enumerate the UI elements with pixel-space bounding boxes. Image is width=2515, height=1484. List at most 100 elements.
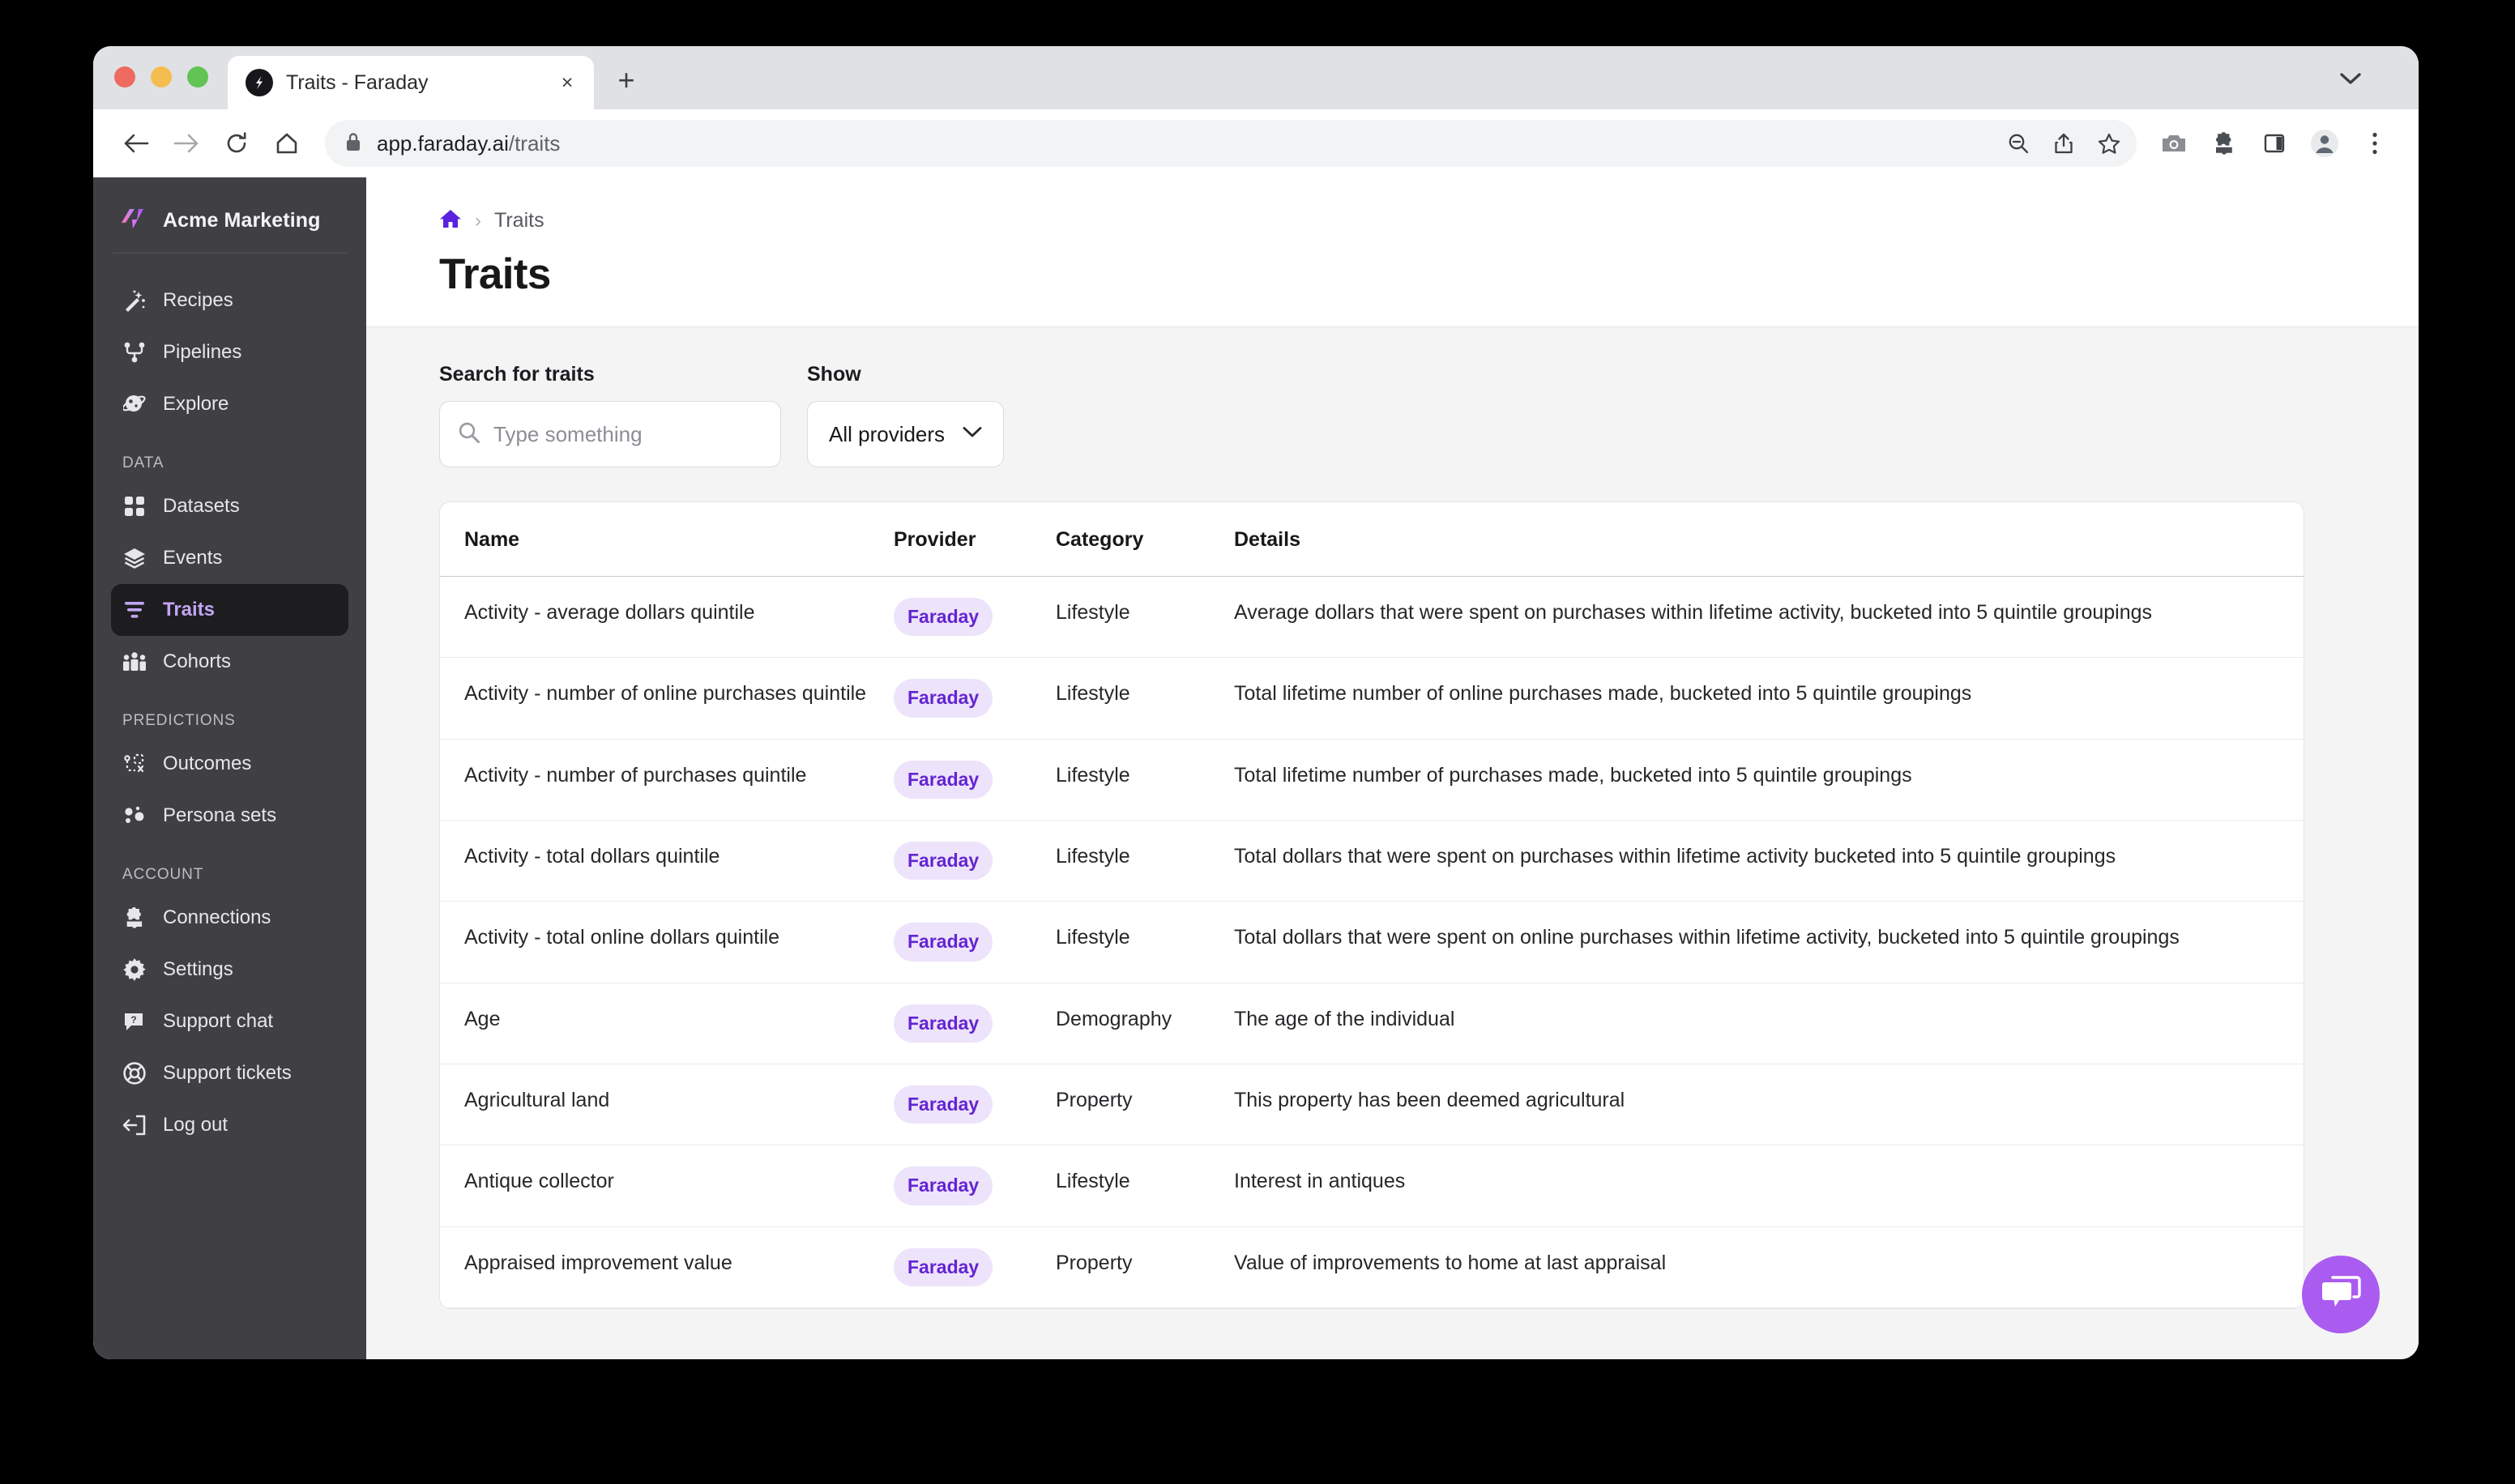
cell-name: Antique collector [440,1145,894,1227]
column-header-name[interactable]: Name [440,502,894,577]
table-header-row: Name Provider Category Details [440,502,2304,577]
sidebar-item-log-out[interactable]: Log out [111,1099,348,1151]
lock-icon [344,131,362,156]
reload-icon[interactable] [213,120,260,167]
page-header: › Traits Traits [366,177,2419,327]
new-tab-button[interactable]: + [608,62,644,98]
cell-name: Age [440,983,894,1065]
provider-dropdown[interactable]: All providers [807,401,1005,467]
table-row[interactable]: Activity - average dollars quintile Fara… [440,576,2304,659]
sidebar-item-label: Support chat [163,1010,274,1032]
sidebar-section-predictions: PREDICTIONS [122,712,236,729]
cell-details: This property has been deemed agricultur… [1234,1064,2304,1146]
profile-avatar-icon[interactable] [2302,121,2347,166]
cell-details: Total lifetime number of purchases made,… [1234,739,2304,821]
filter-icon [122,598,147,622]
table-row[interactable]: Activity - number of online purchases qu… [440,657,2304,740]
camera-icon[interactable] [2151,121,2197,166]
address-bar-url: app.faraday.ai/traits [377,131,560,156]
sidebar-group-account: Connections Settings ? Support chat Supp… [111,892,348,1151]
window-maximize-button[interactable] [187,66,208,87]
chat-help-icon: ? [122,1009,147,1034]
cell-provider: Faraday [894,739,1056,821]
star-icon[interactable] [2086,121,2132,166]
cell-provider: Faraday [894,1226,1056,1309]
address-bar[interactable]: app.faraday.ai/traits [325,120,2047,167]
cell-details: Value of improvements to home at last ap… [1234,1226,2304,1309]
puzzle-icon[interactable] [2201,121,2247,166]
svg-text:?: ? [130,1014,136,1026]
table-row[interactable]: Appraised improvement value Faraday Prop… [440,1226,2304,1309]
sidebar-item-support-chat[interactable]: ? Support chat [111,996,348,1047]
cell-details: Average dollars that were spent on purch… [1234,576,2304,659]
sidebar-section-account: ACCOUNT [122,866,204,883]
cell-provider: Faraday [894,1064,1056,1146]
logout-icon [122,1113,147,1137]
chat-widget-button[interactable] [2302,1256,2380,1333]
cell-provider: Faraday [894,657,1056,740]
column-header-category[interactable]: Category [1056,502,1234,577]
cell-provider: Faraday [894,820,1056,902]
main-content: › Traits Traits Search for traits Type s… [366,177,2419,1359]
sidebar-item-traits[interactable]: Traits [111,584,348,636]
cell-name: Activity - total online dollars quintile [440,901,894,983]
table-row[interactable]: Activity - total online dollars quintile… [440,901,2304,983]
window-minimize-button[interactable] [151,66,172,87]
sidebar-item-label: Persona sets [163,804,277,826]
forward-arrow-icon[interactable] [163,120,210,167]
home-icon[interactable] [263,120,310,167]
sidebar-item-connections[interactable]: Connections [111,892,348,944]
people-icon [122,650,147,674]
table-row[interactable]: Age Faraday Demography The age of the in… [440,983,2304,1065]
layers-icon [122,546,147,570]
sidebar-item-recipes[interactable]: Recipes [111,275,348,326]
sidebar-group-primary: Recipes Pipelines Explore [111,275,348,430]
cell-name: Activity - number of purchases quintile [440,739,894,821]
chevron-down-icon[interactable] [2334,62,2367,95]
browser-tab[interactable]: Traits - Faraday × [228,56,594,109]
traits-table-card: Name Provider Category Details Activity … [439,501,2304,1310]
cell-details: Total dollars that were spent on purchas… [1234,820,2304,902]
brand[interactable]: Acme Marketing [111,195,348,253]
sidebar-item-pipelines[interactable]: Pipelines [111,326,348,378]
pipeline-icon [122,340,147,365]
puzzle-icon [122,906,147,930]
cell-details: Interest in antiques [1234,1145,2304,1227]
provider-selected-value: All providers [829,421,946,446]
sidebar-item-settings[interactable]: Settings [111,944,348,996]
zoom-out-icon[interactable] [1996,121,2041,166]
search-field-group: Search for traits Type something [439,363,781,467]
sidebar-item-datasets[interactable]: Datasets [111,480,348,532]
tab-close-icon[interactable]: × [555,70,579,95]
table-row[interactable]: Activity - total dollars quintile Farada… [440,820,2304,902]
share-icon[interactable] [2041,121,2086,166]
sidebar-item-explore[interactable]: Explore [111,378,348,430]
home-icon[interactable] [439,208,462,233]
search-input[interactable]: Type something [439,401,781,467]
toolbar-actions [1991,120,2398,167]
sidebar-item-support-tickets[interactable]: Support tickets [111,1047,348,1099]
column-header-provider[interactable]: Provider [894,502,1056,577]
table-row[interactable]: Antique collector Faraday Lifestyle Inte… [440,1145,2304,1227]
side-panel-icon[interactable] [2252,121,2297,166]
breadcrumb-current[interactable]: Traits [494,209,544,232]
provider-badge: Faraday [894,842,993,881]
provider-badge: Faraday [894,1166,993,1205]
cell-provider: Faraday [894,901,1056,983]
tab-strip: Traits - Faraday × + [93,46,2419,109]
provider-field-group: Show All providers [807,363,1005,467]
sidebar-item-persona-sets[interactable]: Persona sets [111,790,348,842]
browser-window: Traits - Faraday × + app.faraday.ai/trai… [93,46,2419,1359]
window-close-button[interactable] [114,66,135,87]
cell-details: Total dollars that were spent on online … [1234,901,2304,983]
back-arrow-icon[interactable] [113,120,160,167]
table-row[interactable]: Activity - number of purchases quintile … [440,739,2304,821]
magic-wand-icon [122,288,147,313]
sidebar-item-outcomes[interactable]: Outcomes [111,738,348,790]
three-dot-menu-icon[interactable] [2352,121,2398,166]
sidebar-item-label: Settings [163,958,233,980]
sidebar-item-cohorts[interactable]: Cohorts [111,636,348,688]
sidebar-item-events[interactable]: Events [111,532,348,584]
column-header-details[interactable]: Details [1234,502,2304,577]
table-row[interactable]: Agricultural land Faraday Property This … [440,1064,2304,1146]
